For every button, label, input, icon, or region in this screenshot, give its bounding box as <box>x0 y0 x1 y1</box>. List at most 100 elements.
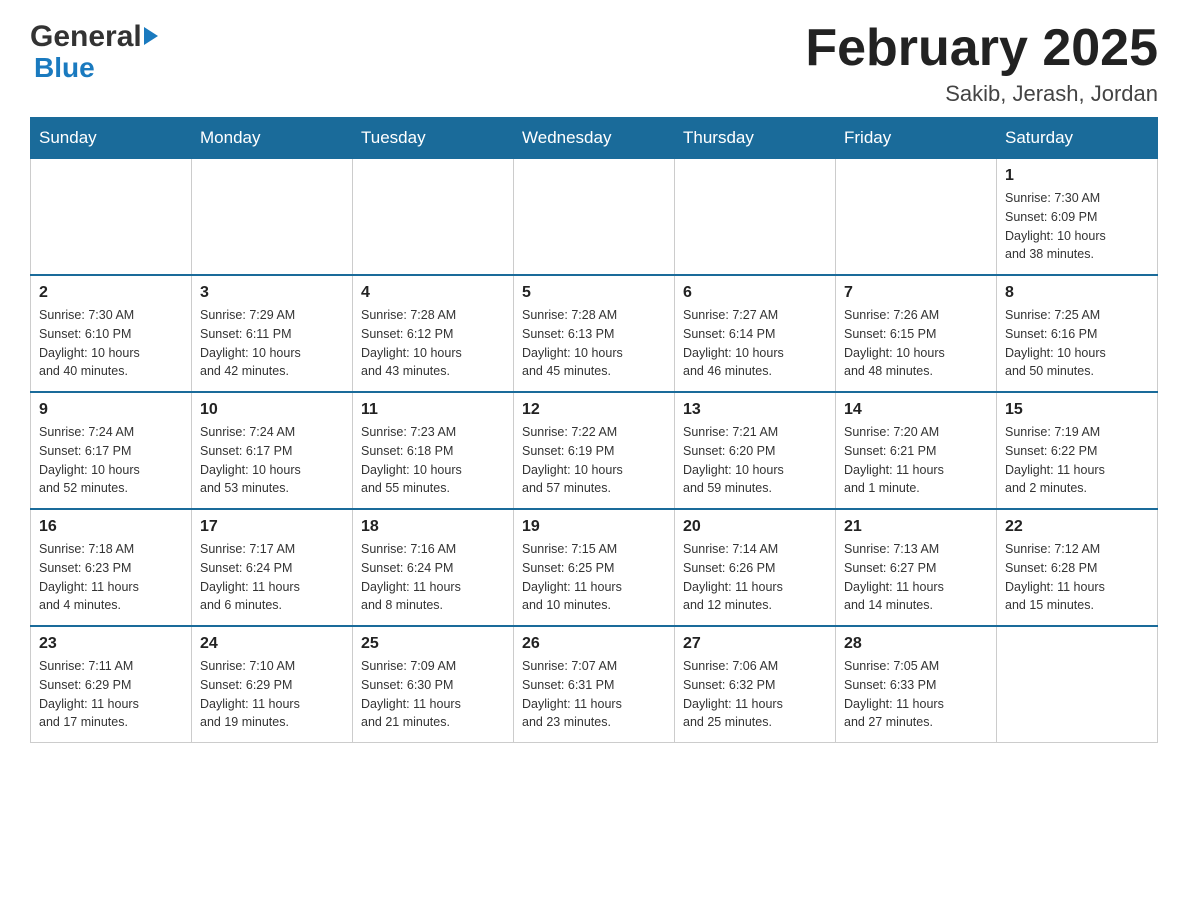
calendar-cell: 22 Sunrise: 7:12 AMSunset: 6:28 PMDayligh… <box>997 509 1158 626</box>
day-number: 24 <box>200 635 344 653</box>
day-number: 17 <box>200 518 344 536</box>
title-block: February 2025 Sakib, Jerash, Jordan <box>805 20 1158 107</box>
calendar-cell: 12 Sunrise: 7:22 AMSunset: 6:19 PMDayligh… <box>514 392 675 509</box>
day-number: 25 <box>361 635 505 653</box>
day-info: Sunrise: 7:24 AMSunset: 6:17 PMDaylight:… <box>39 423 183 498</box>
calendar-cell: 10 Sunrise: 7:24 AMSunset: 6:17 PMDayligh… <box>192 392 353 509</box>
weekday-header-monday: Monday <box>192 118 353 159</box>
calendar-cell: 26 Sunrise: 7:07 AMSunset: 6:31 PMDayligh… <box>514 626 675 743</box>
page-header: General Blue February 2025 Sakib, Jerash… <box>30 20 1158 107</box>
weekday-header-saturday: Saturday <box>997 118 1158 159</box>
calendar-cell: 17 Sunrise: 7:17 AMSunset: 6:24 PMDayligh… <box>192 509 353 626</box>
day-info: Sunrise: 7:19 AMSunset: 6:22 PMDaylight:… <box>1005 423 1149 498</box>
weekday-header-row: SundayMondayTuesdayWednesdayThursdayFrid… <box>31 118 1158 159</box>
day-info: Sunrise: 7:07 AMSunset: 6:31 PMDaylight:… <box>522 657 666 732</box>
day-number: 27 <box>683 635 827 653</box>
day-info: Sunrise: 7:28 AMSunset: 6:12 PMDaylight:… <box>361 306 505 381</box>
calendar-cell <box>353 159 514 276</box>
calendar-cell: 7 Sunrise: 7:26 AMSunset: 6:15 PMDaylight… <box>836 275 997 392</box>
calendar-cell: 21Sunrise: 7:13 AMSunset: 6:27 PMDayligh… <box>836 509 997 626</box>
calendar-table: SundayMondayTuesdayWednesdayThursdayFrid… <box>30 117 1158 743</box>
day-number: 5 <box>522 284 666 302</box>
day-info: Sunrise: 7:29 AMSunset: 6:11 PMDaylight:… <box>200 306 344 381</box>
day-number: 26 <box>522 635 666 653</box>
day-info: Sunrise: 7:05 AMSunset: 6:33 PMDaylight:… <box>844 657 988 732</box>
day-number: 13 <box>683 401 827 419</box>
calendar-subtitle: Sakib, Jerash, Jordan <box>805 81 1158 107</box>
day-info: Sunrise: 7:17 AMSunset: 6:24 PMDaylight:… <box>200 540 344 615</box>
day-number: 15 <box>1005 401 1149 419</box>
day-number: 12 <box>522 401 666 419</box>
day-number: 20 <box>683 518 827 536</box>
calendar-cell <box>514 159 675 276</box>
logo: General Blue <box>30 20 158 82</box>
day-info: Sunrise: 7:22 AMSunset: 6:19 PMDaylight:… <box>522 423 666 498</box>
day-number: 4 <box>361 284 505 302</box>
calendar-cell: 9 Sunrise: 7:24 AMSunset: 6:17 PMDaylight… <box>31 392 192 509</box>
day-info: Sunrise: 7:16 AMSunset: 6:24 PMDaylight:… <box>361 540 505 615</box>
day-number: 22 <box>1005 518 1149 536</box>
calendar-cell: 6 Sunrise: 7:27 AMSunset: 6:14 PMDaylight… <box>675 275 836 392</box>
calendar-cell: 14 Sunrise: 7:20 AMSunset: 6:21 PMDayligh… <box>836 392 997 509</box>
day-number: 8 <box>1005 284 1149 302</box>
calendar-cell: 16 Sunrise: 7:18 AMSunset: 6:23 PMDayligh… <box>31 509 192 626</box>
calendar-cell: 15 Sunrise: 7:19 AMSunset: 6:22 PMDayligh… <box>997 392 1158 509</box>
day-info: Sunrise: 7:06 AMSunset: 6:32 PMDaylight:… <box>683 657 827 732</box>
day-number: 16 <box>39 518 183 536</box>
calendar-week-1: 1 Sunrise: 7:30 AMSunset: 6:09 PMDaylight… <box>31 159 1158 276</box>
day-number: 3 <box>200 284 344 302</box>
day-number: 14 <box>844 401 988 419</box>
day-info: Sunrise: 7:30 AMSunset: 6:09 PMDaylight:… <box>1005 189 1149 264</box>
calendar-cell: 27 Sunrise: 7:06 AMSunset: 6:32 PMDayligh… <box>675 626 836 743</box>
calendar-cell <box>675 159 836 276</box>
day-number: 6 <box>683 284 827 302</box>
weekday-header-wednesday: Wednesday <box>514 118 675 159</box>
calendar-title: February 2025 <box>805 20 1158 77</box>
calendar-cell: 19 Sunrise: 7:15 AMSunset: 6:25 PMDayligh… <box>514 509 675 626</box>
day-info: Sunrise: 7:18 AMSunset: 6:23 PMDaylight:… <box>39 540 183 615</box>
weekday-header-sunday: Sunday <box>31 118 192 159</box>
day-info: Sunrise: 7:24 AMSunset: 6:17 PMDaylight:… <box>200 423 344 498</box>
calendar-cell: 5 Sunrise: 7:28 AMSunset: 6:13 PMDaylight… <box>514 275 675 392</box>
weekday-header-thursday: Thursday <box>675 118 836 159</box>
day-number: 23 <box>39 635 183 653</box>
day-info: Sunrise: 7:10 AMSunset: 6:29 PMDaylight:… <box>200 657 344 732</box>
calendar-cell: 2Sunrise: 7:30 AMSunset: 6:10 PMDaylight… <box>31 275 192 392</box>
logo-blue-text: Blue <box>34 54 95 82</box>
calendar-week-3: 9 Sunrise: 7:24 AMSunset: 6:17 PMDaylight… <box>31 392 1158 509</box>
calendar-cell: 23 Sunrise: 7:11 AMSunset: 6:29 PMDayligh… <box>31 626 192 743</box>
calendar-cell: 11Sunrise: 7:23 AMSunset: 6:18 PMDayligh… <box>353 392 514 509</box>
calendar-cell: 13 Sunrise: 7:21 AMSunset: 6:20 PMDayligh… <box>675 392 836 509</box>
day-info: Sunrise: 7:20 AMSunset: 6:21 PMDaylight:… <box>844 423 988 498</box>
logo-general-text: General <box>30 20 142 54</box>
calendar-cell <box>31 159 192 276</box>
calendar-cell <box>192 159 353 276</box>
calendar-cell: 24 Sunrise: 7:10 AMSunset: 6:29 PMDayligh… <box>192 626 353 743</box>
calendar-week-5: 23 Sunrise: 7:11 AMSunset: 6:29 PMDayligh… <box>31 626 1158 743</box>
day-info: Sunrise: 7:26 AMSunset: 6:15 PMDaylight:… <box>844 306 988 381</box>
day-number: 18 <box>361 518 505 536</box>
weekday-header-friday: Friday <box>836 118 997 159</box>
day-number: 1 <box>1005 167 1149 185</box>
day-info: Sunrise: 7:15 AMSunset: 6:25 PMDaylight:… <box>522 540 666 615</box>
day-info: Sunrise: 7:11 AMSunset: 6:29 PMDaylight:… <box>39 657 183 732</box>
calendar-cell: 28Sunrise: 7:05 AMSunset: 6:33 PMDayligh… <box>836 626 997 743</box>
calendar-cell: 18 Sunrise: 7:16 AMSunset: 6:24 PMDayligh… <box>353 509 514 626</box>
day-number: 2 <box>39 284 183 302</box>
calendar-cell: 3 Sunrise: 7:29 AMSunset: 6:11 PMDaylight… <box>192 275 353 392</box>
day-info: Sunrise: 7:21 AMSunset: 6:20 PMDaylight:… <box>683 423 827 498</box>
day-info: Sunrise: 7:14 AMSunset: 6:26 PMDaylight:… <box>683 540 827 615</box>
day-number: 10 <box>200 401 344 419</box>
day-number: 11 <box>361 401 505 419</box>
day-number: 7 <box>844 284 988 302</box>
calendar-cell: 20 Sunrise: 7:14 AMSunset: 6:26 PMDayligh… <box>675 509 836 626</box>
calendar-week-4: 16 Sunrise: 7:18 AMSunset: 6:23 PMDayligh… <box>31 509 1158 626</box>
day-number: 19 <box>522 518 666 536</box>
day-number: 9 <box>39 401 183 419</box>
day-info: Sunrise: 7:12 AMSunset: 6:28 PMDaylight:… <box>1005 540 1149 615</box>
day-info: Sunrise: 7:27 AMSunset: 6:14 PMDaylight:… <box>683 306 827 381</box>
day-info: Sunrise: 7:13 AMSunset: 6:27 PMDaylight:… <box>844 540 988 615</box>
day-info: Sunrise: 7:28 AMSunset: 6:13 PMDaylight:… <box>522 306 666 381</box>
calendar-cell: 1 Sunrise: 7:30 AMSunset: 6:09 PMDaylight… <box>997 159 1158 276</box>
logo-arrow-icon <box>144 27 158 45</box>
